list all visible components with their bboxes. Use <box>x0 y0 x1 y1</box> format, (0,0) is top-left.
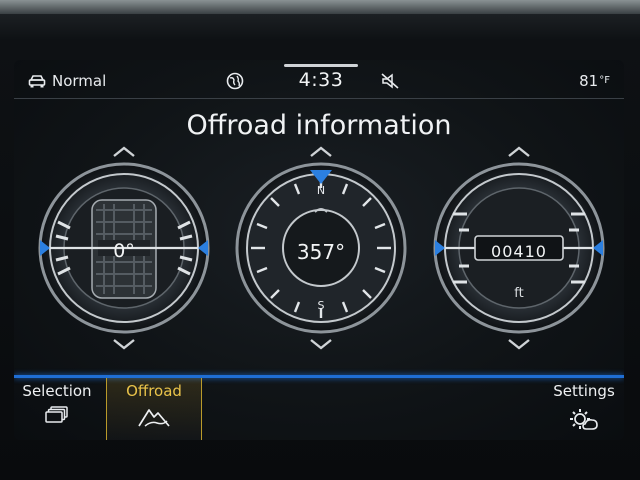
chevron-up-icon <box>310 146 332 157</box>
mountain-icon <box>138 409 170 427</box>
clock-handle[interactable] <box>284 64 358 67</box>
chevron-down-icon <box>310 339 332 350</box>
tab-offroad-label: Offroad <box>126 382 182 400</box>
tab-settings-label: Settings <box>553 382 615 400</box>
cards-icon <box>45 406 68 423</box>
altitude-unit: ft <box>514 286 524 301</box>
clock: 4:33 <box>282 64 360 91</box>
bezel-edge <box>0 0 640 14</box>
tab-settings[interactable]: Settings <box>544 378 624 440</box>
chevron-down-icon <box>113 339 135 350</box>
altitude-gauge: 00410 ft <box>429 144 609 364</box>
temperature-value: 81 <box>579 72 599 90</box>
infotainment-screen: Normal 4:33 81°F Offroad information 0° … <box>14 60 624 440</box>
globe-icon[interactable] <box>226 72 244 90</box>
car-icon <box>28 75 46 88</box>
gear-sun-icon <box>570 409 598 430</box>
clock-time: 4:33 <box>298 69 344 91</box>
tab-selection-label: Selection <box>22 382 92 400</box>
compass-south-label: S <box>318 299 325 312</box>
page-title: Offroad information <box>186 110 452 141</box>
compass-gauge: N S 357° <box>231 144 411 364</box>
outside-temperature: 81°F <box>579 72 610 90</box>
altitude-value: 00410 <box>491 242 547 261</box>
drive-profile[interactable]: Normal <box>28 72 106 90</box>
tilt-value: 0° <box>113 240 135 262</box>
tilt-gauge: 0° <box>34 144 214 364</box>
heading-value: 357° <box>296 240 346 264</box>
tab-selection[interactable]: Selection <box>14 378 100 440</box>
status-divider <box>14 98 624 99</box>
compass-north-label: N <box>317 184 325 197</box>
mute-icon[interactable] <box>380 72 402 90</box>
tab-offroad[interactable]: Offroad <box>106 378 202 440</box>
drive-profile-label: Normal <box>52 72 107 90</box>
status-bar: Normal 4:33 81°F <box>14 60 624 100</box>
chevron-up-icon <box>113 146 135 157</box>
temperature-unit: °F <box>599 75 610 86</box>
chevron-up-icon <box>508 146 530 157</box>
chevron-down-icon <box>508 339 530 350</box>
